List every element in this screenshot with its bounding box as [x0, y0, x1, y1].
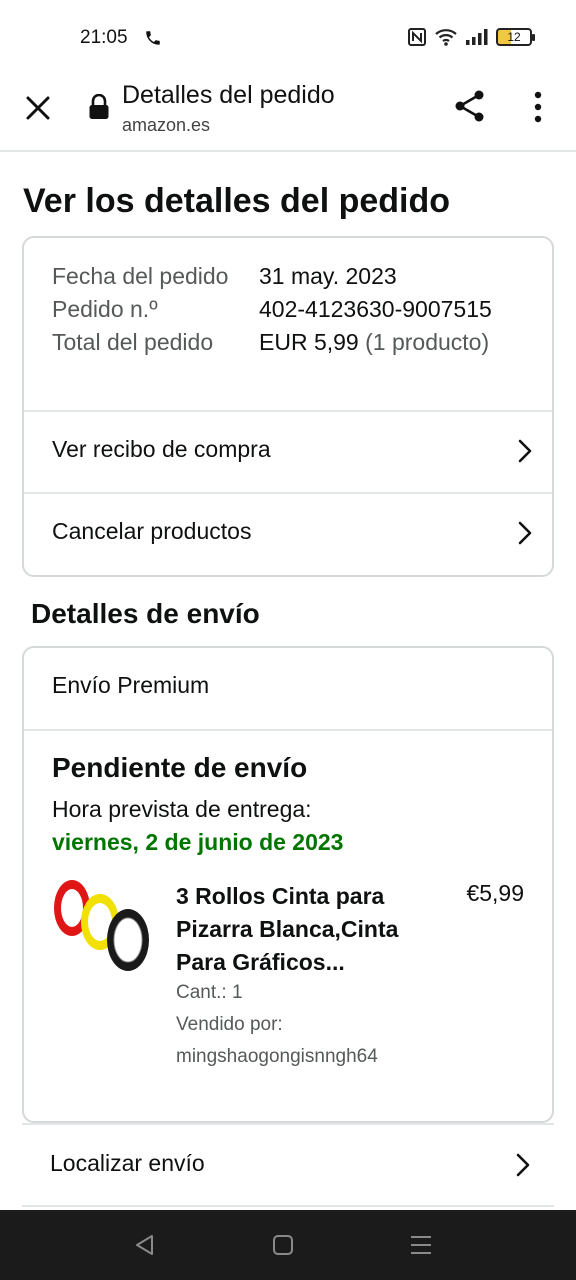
- product-price: €5,99: [466, 880, 524, 906]
- status-icons: 12: [407, 27, 535, 47]
- shipping-type: Envío Premium: [52, 672, 210, 698]
- track-package-label: Localizar envío: [50, 1150, 205, 1176]
- order-date-value: 31 may. 2023: [259, 263, 397, 289]
- order-total-row: Total del pedido EUR 5,99 (1 producto): [52, 326, 532, 359]
- view-receipt-link[interactable]: Ver recibo de compra: [24, 410, 552, 492]
- order-total-label: Total del pedido: [52, 329, 214, 355]
- order-total-amount: EUR 5,99: [259, 329, 359, 355]
- share-icon[interactable]: [452, 88, 488, 124]
- order-info: Fecha del pedido 31 may. 2023 Pedido n.º…: [52, 260, 532, 359]
- divider: [24, 729, 552, 731]
- eta-date: viernes, 2 de junio de 2023: [52, 829, 344, 855]
- page-title: Ver los detalles del pedido: [23, 182, 451, 220]
- back-icon[interactable]: [132, 1232, 158, 1258]
- toolbar-url: amazon.es: [122, 115, 211, 135]
- order-date-label: Fecha del pedido: [52, 263, 229, 289]
- signal-icon: [466, 29, 488, 45]
- chevron-right-icon: [516, 1153, 530, 1177]
- status-bar: 21:05 12: [0, 0, 576, 70]
- home-icon[interactable]: [270, 1232, 296, 1258]
- toolbar-title: Detalles del pedido: [122, 81, 335, 109]
- wifi-icon: [435, 29, 457, 46]
- nfc-icon: [408, 28, 426, 46]
- order-total-value: EUR 5,99 (1 producto): [259, 326, 489, 359]
- order-number-value: 402-4123630-9007515: [259, 296, 492, 322]
- status-time: 21:05: [80, 27, 128, 48]
- browser-toolbar: Detalles del pedido amazon.es: [0, 70, 576, 152]
- cancel-items-label: Cancelar productos: [52, 518, 252, 544]
- recents-icon[interactable]: [408, 1232, 434, 1258]
- battery-level: 12: [507, 30, 521, 44]
- eta-label: Hora prevista de entrega:: [52, 796, 312, 822]
- product-title[interactable]: 3 Rollos Cinta para Pizarra Blanca,Cinta…: [176, 880, 426, 979]
- order-date-row: Fecha del pedido 31 may. 2023: [52, 260, 532, 293]
- battery-icon: 12: [496, 28, 535, 46]
- order-number-label: Pedido n.º: [52, 296, 158, 322]
- system-nav-bar: [0, 1210, 576, 1280]
- shipment-status: Pendiente de envío: [52, 752, 308, 783]
- shipment-card: Envío Premium Pendiente de envío Hora pr…: [22, 646, 554, 1123]
- more-vert-icon[interactable]: [528, 90, 548, 124]
- view-receipt-label: Ver recibo de compra: [52, 436, 271, 462]
- chevron-right-icon: [518, 439, 532, 463]
- cancel-items-link[interactable]: Cancelar productos: [24, 492, 552, 574]
- order-number-row: Pedido n.º 402-4123630-9007515: [52, 293, 532, 326]
- lock-icon: [89, 94, 109, 119]
- phone-icon: [146, 31, 160, 45]
- seller-name[interactable]: mingshaogongisnngh64: [176, 1046, 378, 1068]
- product-quantity: Cant.: 1: [176, 982, 243, 1003]
- track-package-link[interactable]: Localizar envío: [22, 1123, 554, 1207]
- shipping-section-title: Detalles de envío: [31, 598, 260, 629]
- order-summary-card: Fecha del pedido 31 may. 2023 Pedido n.º…: [22, 236, 554, 577]
- seller-label: Vendido por:: [176, 1014, 283, 1035]
- product-image[interactable]: [50, 878, 154, 978]
- close-icon[interactable]: [22, 92, 54, 124]
- order-total-count: (1 producto): [365, 329, 490, 355]
- chevron-right-icon: [518, 521, 532, 545]
